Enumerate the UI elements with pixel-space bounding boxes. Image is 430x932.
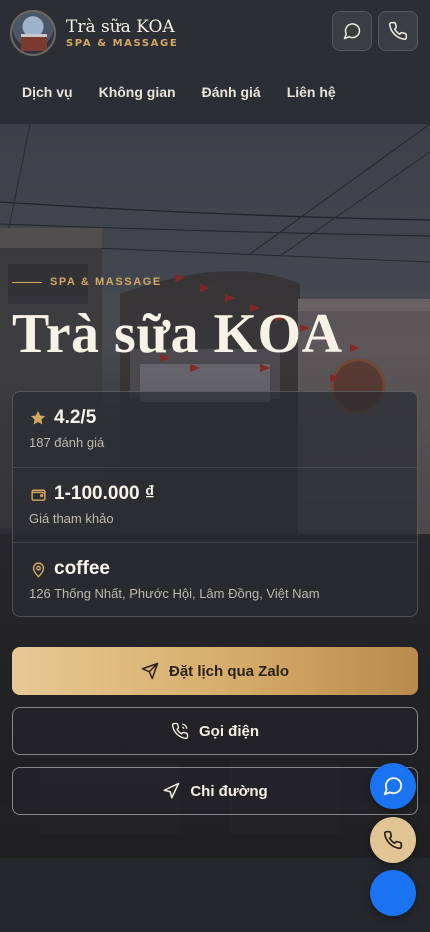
footer-band	[0, 858, 430, 932]
floating-call-button[interactable]	[370, 817, 416, 863]
nav-item-reviews[interactable]: Đánh giá	[176, 80, 261, 106]
price-note: Giá tham khảo	[29, 511, 114, 526]
star-icon	[29, 409, 47, 427]
brand-subtitle: SPA & MASSAGE	[66, 38, 179, 49]
phone-icon	[171, 722, 189, 740]
header-chat-button[interactable]	[332, 11, 372, 51]
info-card: 4.2/5 187 đánh giá 1-100.000 ₫ Giá tham …	[12, 391, 418, 617]
chat-bubble-icon	[383, 777, 403, 796]
place-category: coffee	[54, 558, 110, 579]
nav-item-contact[interactable]: Liên hệ	[261, 80, 336, 106]
floating-zalo-chat-button[interactable]	[370, 763, 416, 809]
eyebrow-line	[12, 281, 42, 283]
phone-icon	[383, 830, 403, 850]
phone-icon	[389, 21, 408, 40]
directions-label: Chi đường	[190, 782, 268, 800]
price-row: 1-100.000 ₫ Giá tham khảo	[13, 467, 417, 542]
map-pin-icon	[29, 560, 47, 578]
rating-count: 187 đánh giá	[29, 435, 105, 450]
place-row: coffee 126 Thống Nhất, Phước Hội, Lâm Đồ…	[13, 542, 417, 617]
rating-row: 4.2/5 187 đánh giá	[13, 392, 417, 467]
navigation-icon	[163, 782, 180, 799]
hero-eyebrow: SPA & MASSAGE	[12, 276, 162, 288]
price-value: 1-100.000 ₫	[54, 483, 155, 504]
eyebrow-text: SPA & MASSAGE	[50, 276, 162, 288]
call-button[interactable]: Gọi điện	[12, 707, 418, 755]
directions-button[interactable]: Chi đường	[12, 767, 418, 815]
nav-item-space[interactable]: Không gian	[73, 80, 176, 106]
site-header: Trà sữa KOA SPA & MASSAGE Dịch vụ Không …	[0, 0, 430, 124]
rating-value: 4.2/5	[54, 407, 97, 428]
header-phone-button[interactable]	[378, 11, 418, 51]
book-zalo-label: Đặt lịch qua Zalo	[168, 662, 289, 680]
book-zalo-button[interactable]: Đặt lịch qua Zalo	[12, 647, 418, 695]
main-nav: Dịch vụ Không gian Đánh giá Liên hệ	[0, 80, 430, 106]
brand[interactable]: Trà sữa KOA SPA & MASSAGE	[10, 10, 178, 56]
brand-text: Trà sữa KOA SPA & MASSAGE	[66, 17, 178, 49]
brand-name: Trà sữa KOA	[66, 17, 175, 37]
chat-bubble-icon	[343, 23, 361, 40]
brand-logo	[10, 10, 56, 56]
place-address: 126 Thống Nhất, Phước Hội, Lâm Đồng, Việ…	[29, 586, 320, 601]
floating-action-button[interactable]	[370, 870, 416, 916]
wallet-icon	[29, 485, 47, 503]
nav-item-services[interactable]: Dịch vụ	[0, 80, 73, 106]
call-label: Gọi điện	[199, 722, 259, 740]
hero-title: Trà sữa KOA	[12, 303, 343, 365]
send-icon	[141, 662, 159, 680]
